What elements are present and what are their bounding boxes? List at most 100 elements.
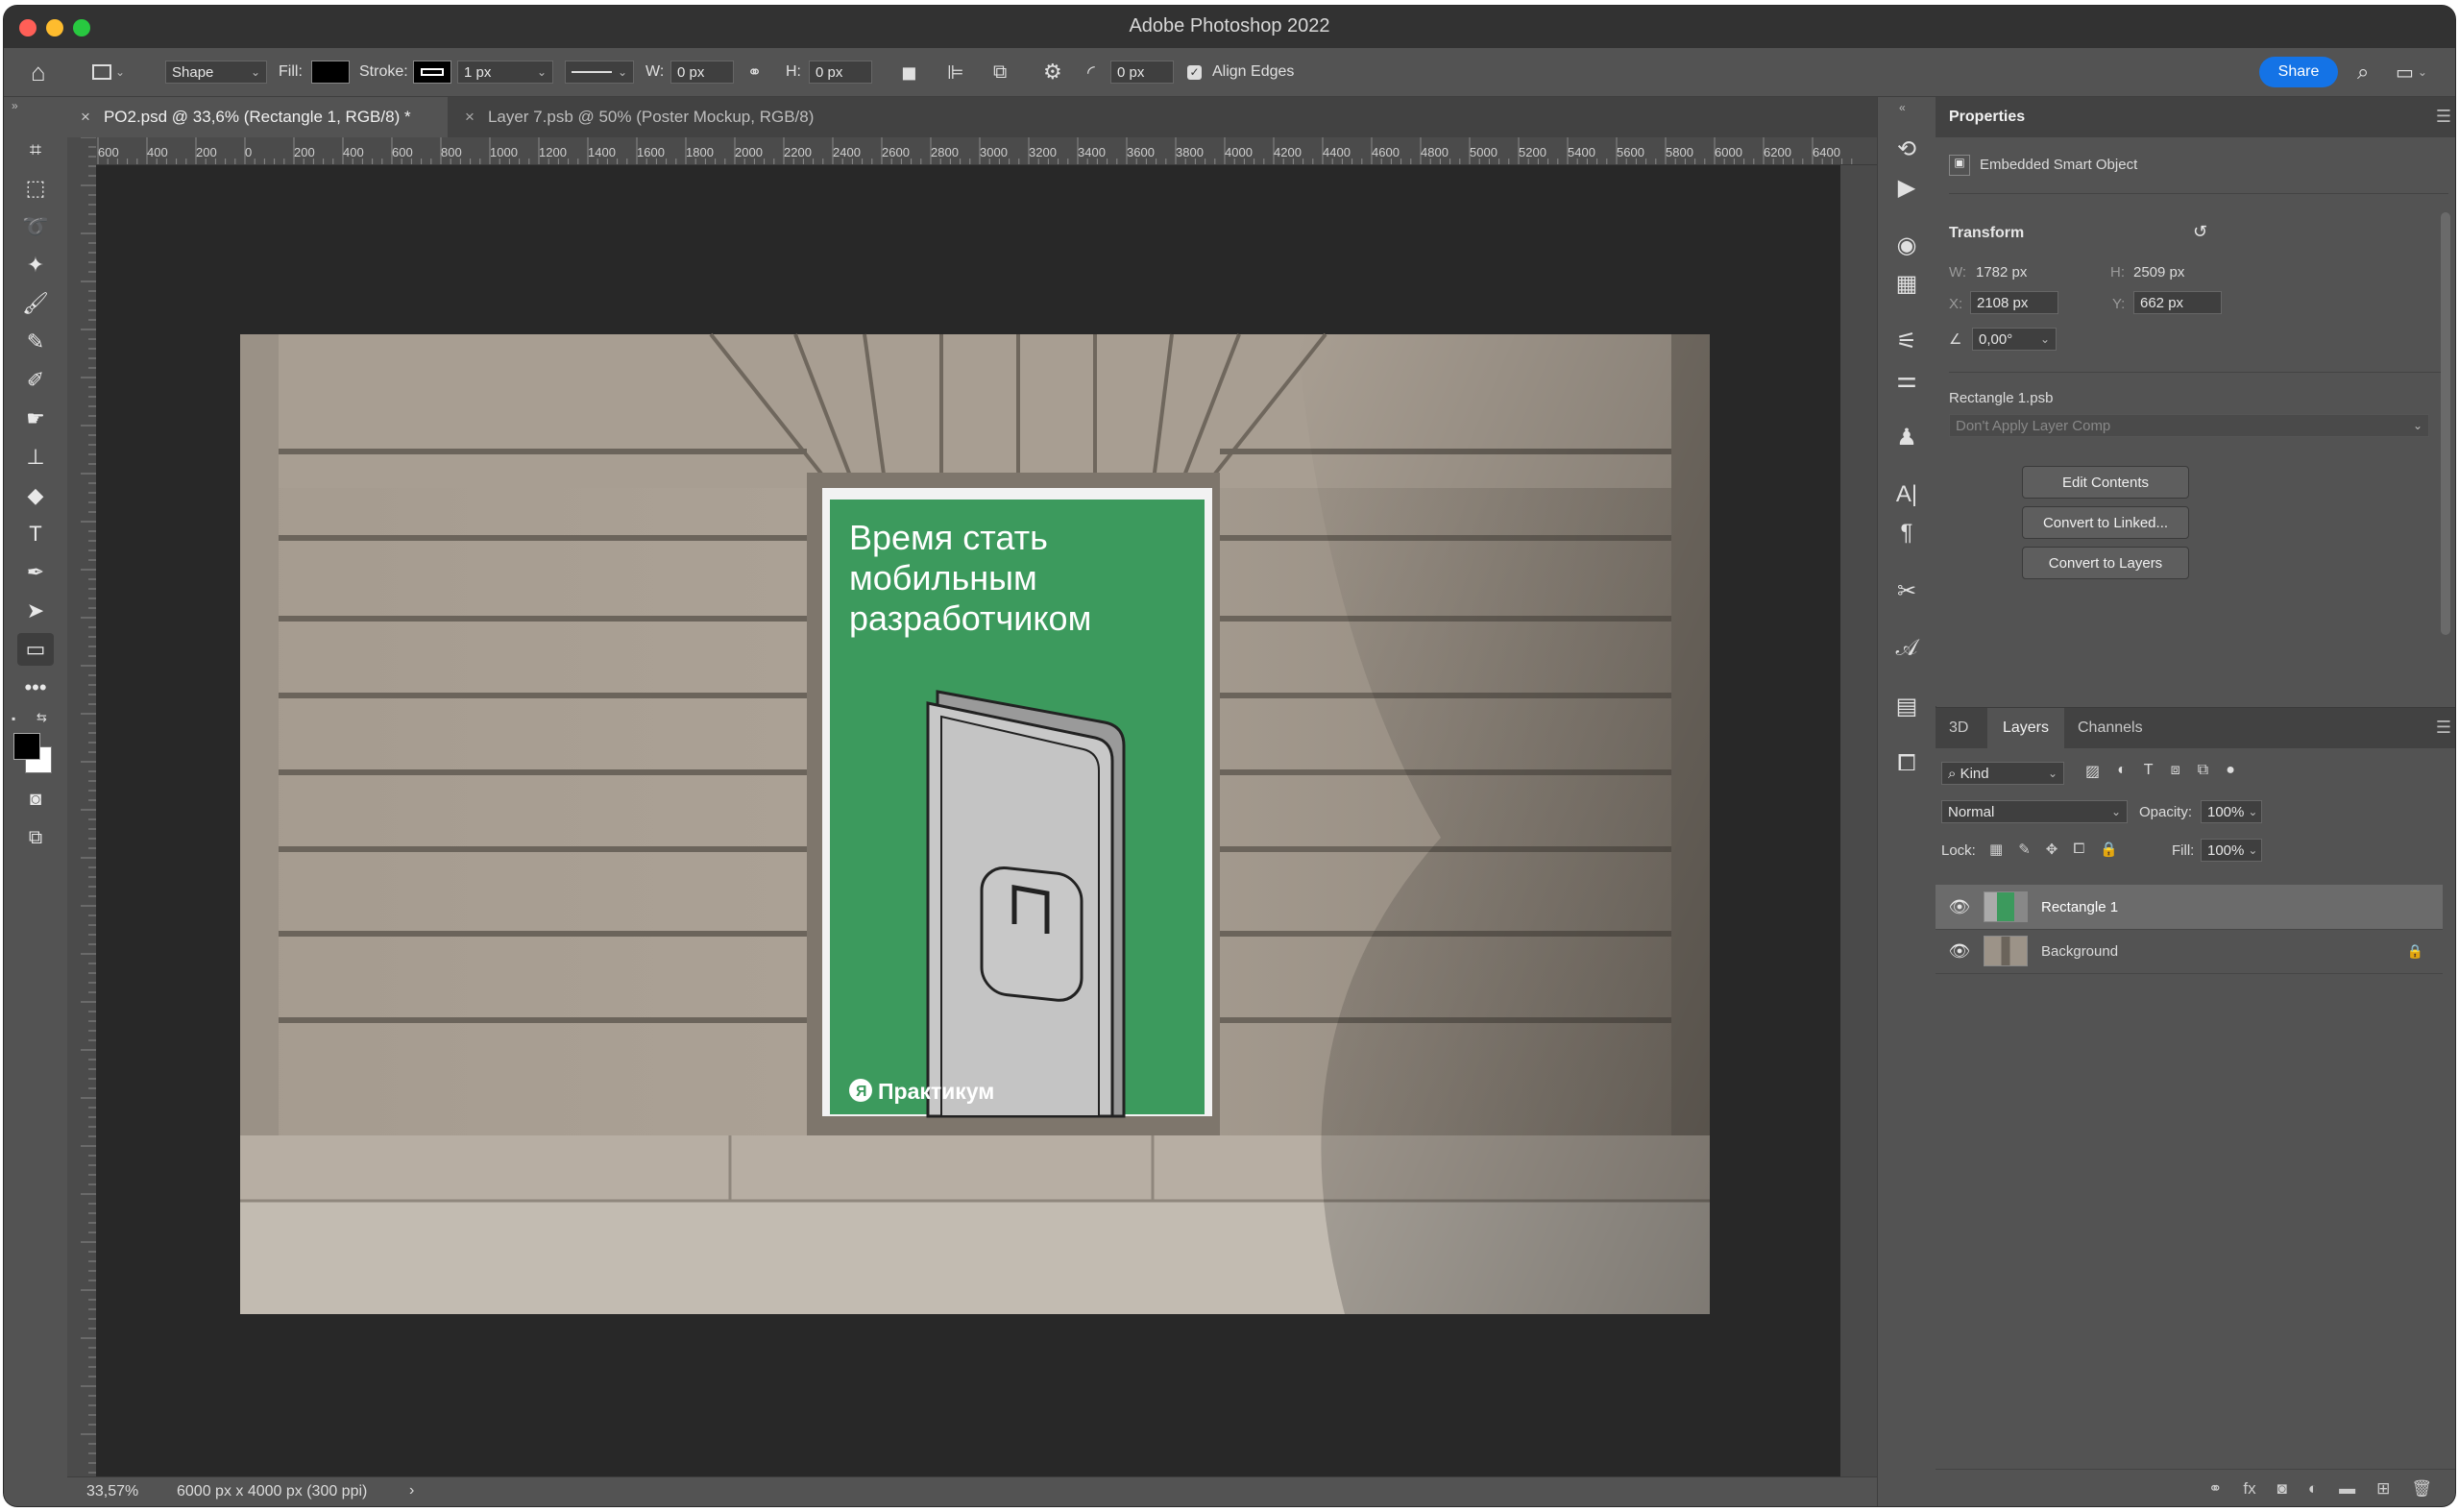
stamp-tool-icon[interactable]: ⊥ [17, 441, 54, 474]
crop-tool-icon[interactable]: ⌗ [17, 134, 54, 166]
tab-layers[interactable]: Layers [1987, 708, 2064, 748]
tab-3d[interactable]: 3D [1949, 708, 1968, 748]
visibility-eye-icon[interactable]: 👁 [1936, 941, 1984, 962]
libraries-icon[interactable]: ▤ [1887, 689, 1926, 723]
tab-layer7[interactable]: × Layer 7.psb @ 50% (Poster Mockup, RGB/… [451, 97, 893, 137]
status-menu-arrow[interactable]: › [409, 1482, 414, 1500]
tab-properties[interactable]: Properties [1949, 97, 2025, 137]
lock-pixels-icon[interactable]: ✎ [2018, 841, 2031, 858]
filter-toggle-icon[interactable]: ● [2226, 762, 2235, 781]
adjustments-icon[interactable]: ⚌ [1887, 362, 1926, 397]
convert-to-layers-button[interactable]: Convert to Layers [2022, 547, 2189, 579]
magic-wand-icon[interactable]: ✦ [17, 249, 54, 281]
artboards-icon[interactable]: ⧠ [1887, 746, 1926, 781]
vertical-scrollbar[interactable] [1840, 165, 1877, 1476]
stroke-type-select[interactable]: ⌄ [565, 61, 634, 84]
layer-row-background[interactable]: 👁 Background 🔒 [1936, 929, 2443, 974]
corner-radius-icon[interactable]: ◜ [1087, 48, 1095, 96]
rectangle-tool-icon[interactable]: ▭ [17, 633, 54, 666]
panel-menu-icon[interactable]: ☰ [2436, 107, 2451, 127]
fill-swatch[interactable] [311, 61, 350, 84]
corner-radius-field[interactable]: 0 px [1110, 61, 1174, 84]
stroke-swatch[interactable] [413, 61, 451, 84]
layer-name[interactable]: Background [2041, 943, 2118, 960]
lock-all-icon[interactable]: 🔒 [2100, 841, 2118, 858]
glyphs-icon[interactable]: 𝒜 [1887, 631, 1926, 666]
shape-mode-select[interactable]: Shape ⌄ [165, 61, 267, 84]
adjustment-filter-icon[interactable]: ◐ [2117, 762, 2127, 781]
angle-field[interactable]: 0,00° ⌄ [1972, 328, 2057, 351]
close-tab-icon[interactable]: × [81, 108, 90, 127]
link-layers-icon[interactable]: ⚭ [2208, 1479, 2222, 1499]
clone-source-icon[interactable]: ♟ [1887, 420, 1926, 454]
new-group-icon[interactable]: ▬ [2339, 1479, 2355, 1499]
height-value[interactable]: 2509 px [2133, 264, 2184, 280]
link-icon[interactable]: ⚭ [747, 48, 762, 96]
layer-name[interactable]: Rectangle 1 [2041, 899, 2118, 915]
healing-brush-icon[interactable]: ✐ [17, 364, 54, 397]
smudge-tool-icon[interactable]: ☛ [17, 402, 54, 435]
lock-transparent-icon[interactable]: ▦ [1989, 841, 2003, 858]
screen-mode-icon[interactable]: ⧉ [17, 821, 54, 854]
home-icon[interactable]: ⌂ [31, 48, 46, 96]
type-filter-icon[interactable]: T [2144, 762, 2154, 781]
foreground-color-swatch[interactable] [13, 733, 40, 760]
close-tab-icon[interactable]: × [465, 108, 475, 127]
swatches-icon[interactable]: ▦ [1887, 266, 1926, 301]
filter-kind-select[interactable]: ⌕ Kind ⌄ [1941, 762, 2064, 785]
expand-icon[interactable]: » [12, 99, 18, 112]
tool-presets-icon[interactable]: ✂ [1887, 573, 1926, 608]
zoom-level[interactable]: 33,57% [86, 1483, 138, 1500]
layer-row-rectangle-1[interactable]: 👁 Rectangle 1 [1936, 885, 2443, 930]
document-canvas[interactable]: Время стать мобильным разработчиком Я Пр… [96, 165, 1877, 1476]
width-field[interactable]: 0 px [670, 61, 734, 84]
path-arrangement-icon[interactable]: ⧉ [993, 48, 1007, 96]
blend-mode-select[interactable]: Normal ⌄ [1941, 800, 2128, 823]
adjustment-layer-icon[interactable]: ◐ [2308, 1479, 2318, 1499]
paragraph-icon[interactable]: ¶ [1887, 516, 1926, 550]
panel-menu-icon[interactable]: ☰ [2436, 718, 2451, 738]
default-colors-icon[interactable]: ▪ [12, 712, 15, 725]
brushes-icon[interactable]: ⚟ [1887, 324, 1926, 358]
smart-object-filter-icon[interactable]: ⧉ [2198, 762, 2208, 781]
pen-tool-icon[interactable]: ✒ [17, 556, 54, 589]
pixel-filter-icon[interactable]: ▨ [2085, 762, 2100, 781]
height-field[interactable]: 0 px [809, 61, 872, 84]
marquee-tool-icon[interactable]: ⬚ [17, 172, 54, 205]
eyedropper-icon[interactable]: ✎ [17, 326, 54, 358]
gear-icon[interactable]: ⚙ [1043, 48, 1062, 96]
opacity-field[interactable]: 100% ⌄ [2201, 800, 2262, 823]
tab-po2[interactable]: × PO2.psd @ 33,6% (Rectangle 1, RGB/8) * [67, 97, 448, 137]
reset-transform-icon[interactable]: ↺ [2193, 222, 2207, 242]
type-tool-icon[interactable]: T [17, 518, 54, 550]
convert-to-linked-button[interactable]: Convert to Linked... [2022, 506, 2189, 539]
actions-icon[interactable]: ▶ [1887, 170, 1926, 205]
lock-position-icon[interactable]: ✥ [2046, 841, 2058, 858]
edit-contents-button[interactable]: Edit Contents [2022, 466, 2189, 499]
trash-icon[interactable]: 🗑 [2411, 1479, 2432, 1499]
color-icon[interactable]: ◉ [1887, 228, 1926, 262]
more-tools-icon[interactable]: ••• [17, 671, 54, 704]
add-mask-icon[interactable]: ◙ [2277, 1479, 2287, 1499]
fill-field[interactable]: 100% ⌄ [2201, 839, 2262, 862]
workspace-icon[interactable]: ▭ ⌄ [2396, 48, 2427, 96]
tool-preset-picker[interactable]: ⌄ [92, 48, 125, 96]
stroke-width-field[interactable]: 1 px ⌄ [457, 61, 553, 84]
poster-smart-object[interactable]: Время стать мобильным разработчиком Я Пр… [822, 488, 1212, 1118]
swap-colors-icon[interactable]: ⇆ [37, 710, 47, 725]
path-alignment-icon[interactable]: ⊫ [947, 48, 963, 96]
eraser-tool-icon[interactable]: ◆ [17, 479, 54, 512]
x-field[interactable]: 2108 px [1970, 291, 2058, 314]
path-selection-icon[interactable]: ➤ [17, 595, 54, 627]
width-value[interactable]: 1782 px [1976, 264, 2027, 280]
share-button[interactable]: Share [2259, 57, 2338, 87]
shape-filter-icon[interactable]: ⧈ [2171, 762, 2180, 781]
history-icon[interactable]: ⟲ [1887, 132, 1926, 166]
character-icon[interactable]: A| [1887, 477, 1926, 512]
canvas-area[interactable]: Время стать мобильным разработчиком Я Пр… [96, 165, 1877, 1476]
path-operations-icon[interactable]: ◼ [901, 48, 917, 96]
lasso-tool-icon[interactable]: ➰ [17, 210, 54, 243]
brush-tool-icon[interactable]: 🖌 [17, 287, 54, 320]
properties-scrollbar[interactable] [2441, 212, 2450, 635]
search-icon[interactable]: ⌕ [2357, 48, 2369, 96]
